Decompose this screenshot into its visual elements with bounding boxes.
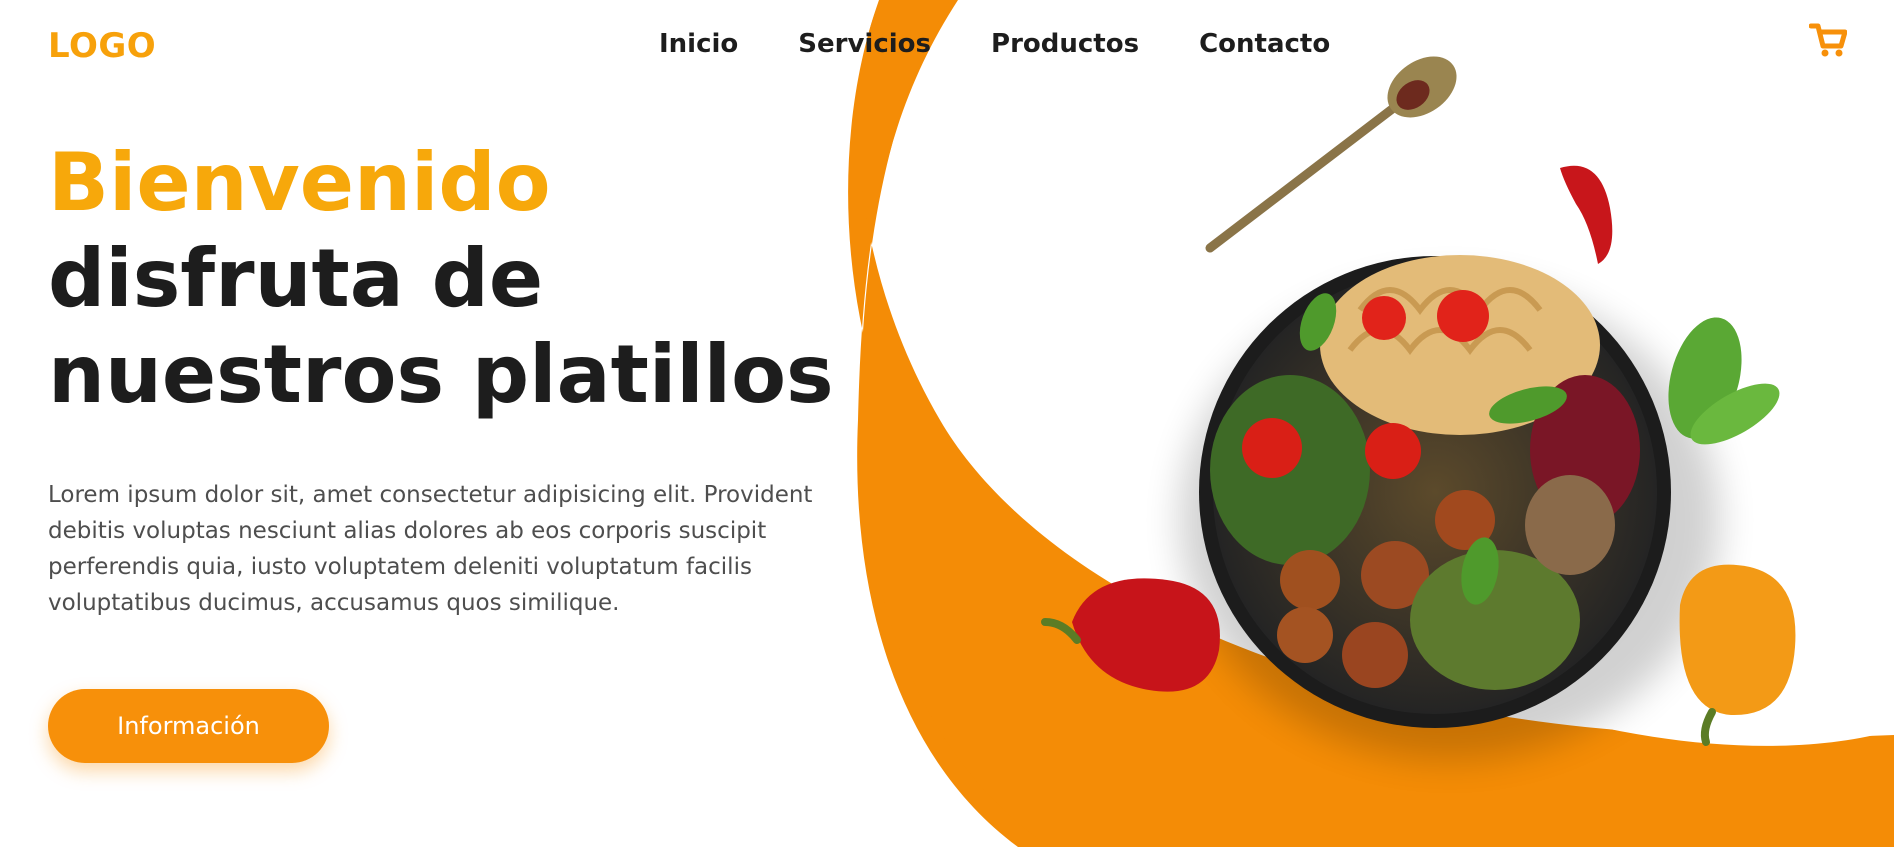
red-bell-pepper-image (1041, 578, 1220, 692)
orange-ring-shape (848, 0, 1894, 847)
nav-link-servicios[interactable]: Servicios (798, 29, 931, 59)
logo[interactable]: LOGO (48, 26, 156, 66)
basil-leaves-image (1668, 317, 1780, 445)
hero-title-accent: Bienvenido (48, 136, 551, 229)
cart-button[interactable] (1808, 22, 1848, 58)
main-nav: Inicio Servicios Productos Contacto (659, 29, 1390, 59)
nav-link-contacto[interactable]: Contacto (1199, 29, 1330, 59)
bowl-shadow (1180, 280, 1720, 760)
hero-description: Lorem ipsum dolor sit, amet consectetur … (48, 482, 813, 616)
chili-pepper-image (1560, 165, 1613, 264)
info-button[interactable]: Información (48, 689, 329, 763)
nav-link-inicio[interactable]: Inicio (659, 29, 738, 59)
hero-title-line-2: disfruta de (48, 232, 544, 325)
food-bowl-image (1199, 255, 1671, 728)
orange-bell-pepper-image (1679, 564, 1796, 746)
nav-link-productos[interactable]: Productos (991, 29, 1139, 59)
hero-title-line-3: nuestros platillos (48, 328, 834, 421)
cart-icon (1808, 23, 1848, 57)
spoon-image (1205, 56, 1457, 253)
hero-title: Bienvenido disfruta de nuestros platillo… (48, 135, 834, 423)
